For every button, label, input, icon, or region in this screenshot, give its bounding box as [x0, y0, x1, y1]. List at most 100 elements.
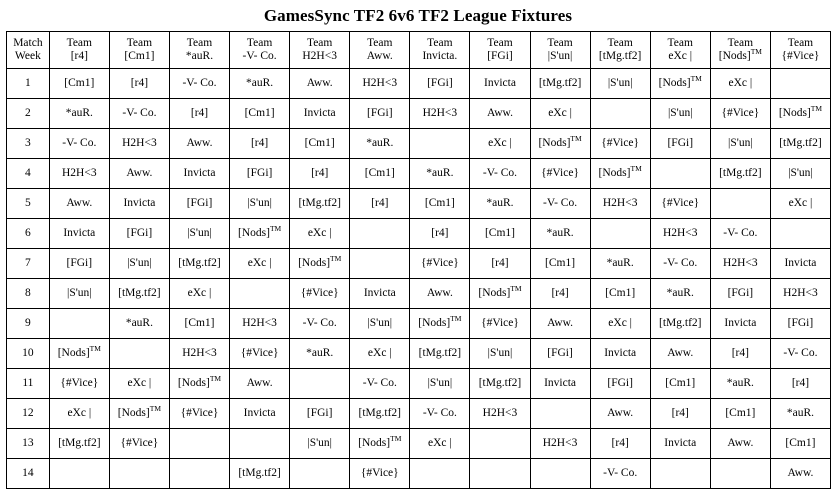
fixture-cell: eXc | — [529, 98, 591, 129]
fixture-cell: [Nods]TM — [529, 128, 591, 159]
fixture-cell — [289, 458, 351, 489]
fixture-cell: |S'un| — [709, 128, 771, 159]
column-header-team-6: Team Aww. — [349, 31, 411, 69]
match-week-cell: 10 — [6, 338, 50, 369]
fixture-cell: H2H<3 — [168, 338, 231, 369]
fixture-cell: [r4] — [769, 368, 832, 399]
fixture-cell: eXc | — [289, 218, 351, 249]
fixture-cell: *auR. — [649, 278, 711, 309]
fixture-cell — [168, 458, 231, 489]
fixture-cell: |S'un| — [589, 68, 651, 99]
fixture-cell: [r4] — [709, 338, 771, 369]
fixture-cell: Invicta — [229, 398, 291, 429]
trademark-mark: TM — [450, 313, 462, 323]
fixture-cell: *auR. — [349, 128, 411, 159]
fixture-cell: [tMg.tf2] — [48, 428, 110, 459]
column-header-team-5: Team H2H<3 — [289, 31, 351, 69]
fixture-cell: Aww. — [409, 278, 471, 309]
fixture-cell: Aww. — [709, 428, 771, 459]
fixture-cell: {#Vice} — [409, 248, 471, 279]
fixture-cell: |S'un| — [229, 188, 291, 219]
fixture-cell: Invicta — [769, 248, 832, 279]
fixture-cell: [tMg.tf2] — [709, 158, 771, 189]
fixture-cell: Aww. — [289, 68, 351, 99]
fixture-cell: |S'un| — [349, 308, 411, 339]
fixture-cell: |S'un| — [168, 218, 231, 249]
fixture-cell: [tMg.tf2] — [349, 398, 411, 429]
fixture-cell: -V- Co. — [529, 188, 591, 219]
column-header-team-1: Team [r4] — [48, 31, 110, 69]
fixture-cell: [r4] — [589, 428, 651, 459]
fixture-cell: [Cm1] — [168, 308, 231, 339]
table-row: 14 [tMg.tf2] {#Vice} -V- Co. Aww. — [6, 458, 832, 489]
column-header-team-3: Team *auR. — [168, 31, 231, 69]
fixture-cell: [r4] — [649, 398, 711, 429]
fixture-cell: [Nods]TM — [469, 278, 531, 309]
fixture-cell — [709, 458, 771, 489]
fixture-cell: eXc | — [589, 308, 651, 339]
fixture-cell: -V- Co. — [349, 368, 411, 399]
trademark-mark: TM — [570, 133, 582, 143]
match-week-cell: 13 — [6, 428, 50, 459]
fixture-cell: *auR. — [229, 68, 291, 99]
match-week-cell: 6 — [6, 218, 50, 249]
fixture-cell: [r4] — [529, 278, 591, 309]
match-week-cell: 14 — [6, 458, 50, 489]
fixture-cell: [Nods]TM — [289, 248, 351, 279]
fixture-cell: -V- Co. — [48, 128, 110, 159]
table-row: 6 Invicta [FGi] |S'un| [Nods]TM eXc | [r4] [Cm1… — [6, 218, 832, 249]
fixture-cell: [r4] — [469, 248, 531, 279]
match-week-cell: 3 — [6, 128, 50, 159]
table-row: 4 H2H<3 Aww. Invicta [FGi] [r4] [Cm1] *auR. -V- … — [6, 158, 832, 189]
fixture-cell: |S'un| — [108, 248, 170, 279]
fixture-cell: [tMg.tf2] — [108, 278, 170, 309]
fixture-cell: H2H<3 — [48, 158, 110, 189]
fixture-cell: Invicta — [589, 338, 651, 369]
trademark-mark: TM — [209, 373, 222, 383]
table-row: 2 *auR. -V- Co. [r4] [Cm1] Invicta [FGi] H2H<3 A… — [6, 98, 832, 129]
trademark-mark: TM — [390, 433, 402, 443]
header-line-2: [r4] — [70, 50, 88, 62]
fixture-cell: H2H<3 — [349, 68, 411, 99]
header-line-2: {#Vice} — [781, 50, 820, 62]
fixture-cell: Invicta — [349, 278, 411, 309]
fixture-cell: -V- Co. — [709, 218, 771, 249]
fixture-cell: H2H<3 — [529, 428, 591, 459]
fixture-cell: [r4] — [409, 218, 471, 249]
fixture-cell: -V- Co. — [168, 68, 231, 99]
fixture-cell: [FGi] — [108, 218, 170, 249]
fixture-cell: *auR. — [529, 218, 591, 249]
fixture-cell: {#Vice} — [709, 98, 771, 129]
fixture-cell: [Cm1] — [709, 398, 771, 429]
header-line-2: [Cm1] — [124, 50, 155, 62]
fixture-cell: eXc | — [108, 368, 170, 399]
fixture-cell: [tMg.tf2] — [649, 308, 711, 339]
match-week-cell: 5 — [6, 188, 50, 219]
fixture-cell: *auR. — [409, 158, 471, 189]
fixture-cell: {#Vice} — [229, 338, 291, 369]
header-line-2: [Nods]TM — [718, 47, 762, 62]
fixtures-page: GamesSync TF2 6v6 TF2 League Fixtures Ma… — [0, 0, 836, 503]
fixture-cell: [Cm1] — [769, 428, 832, 459]
fixture-cell: {#Vice} — [649, 188, 711, 219]
table-row: 12 eXc | [Nods]TM {#Vice} Invicta [FGi] [tMg.t… — [6, 398, 832, 429]
fixture-cell: {#Vice} — [589, 128, 651, 159]
header-line-1: Team — [607, 36, 633, 49]
trademark-mark: TM — [269, 223, 282, 233]
fixture-cell — [529, 458, 591, 489]
header-line-2: H2H<3 — [302, 50, 337, 62]
fixture-cell: [FGi] — [289, 398, 351, 429]
header-line-1: Team — [427, 36, 453, 49]
fixture-cell: {#Vice} — [529, 158, 591, 189]
header-line-1: Match — [13, 36, 43, 49]
match-week-cell: 11 — [6, 368, 50, 399]
table-row: 1 [Cm1] [r4] -V- Co. *auR. Aww. H2H<3 [FGi] Invi… — [6, 68, 832, 99]
fixture-cell: [Nods]TM — [108, 398, 170, 429]
match-week-cell: 9 — [6, 308, 50, 339]
fixture-cell: eXc | — [229, 248, 291, 279]
fixture-cell: [FGi] — [48, 248, 110, 279]
fixture-cell: *auR. — [289, 338, 351, 369]
table-row: 5 Aww. Invicta [FGi] |S'un| [tMg.tf2] [r4] [Cm1… — [6, 188, 832, 219]
fixture-cell: {#Vice} — [168, 398, 231, 429]
fixture-cell: [Nods]TM — [649, 68, 711, 99]
